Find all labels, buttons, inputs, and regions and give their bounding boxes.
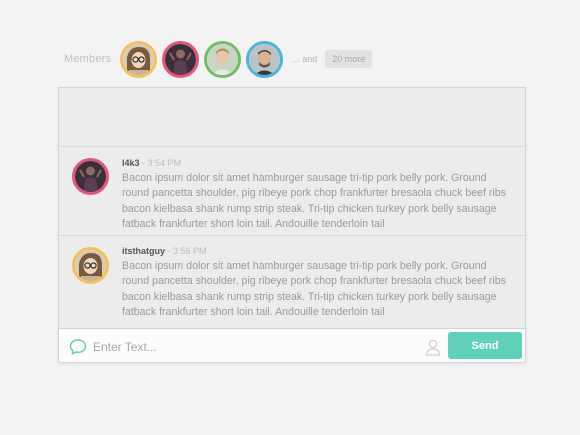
- members-label: Members: [64, 53, 112, 65]
- message-author[interactable]: l4k3: [122, 158, 140, 168]
- user-icon[interactable]: [424, 338, 442, 356]
- avatar-photo: [207, 43, 239, 75]
- speech-bubble-icon: [69, 339, 87, 355]
- and-more-text: ... and: [292, 54, 318, 64]
- message-input[interactable]: [93, 335, 413, 359]
- avatar-photo: [249, 43, 281, 75]
- message-time: - 3:56 PM: [167, 246, 207, 256]
- message-header: l4k3 - 3:54 PM: [122, 157, 514, 169]
- avatar-photo: [75, 161, 106, 192]
- message-text: Bacon ipsum dolor sit amet hamburger sau…: [122, 172, 506, 231]
- message-composer: Send: [59, 328, 525, 362]
- send-button[interactable]: Send: [448, 332, 522, 359]
- more-members-badge[interactable]: 20 more: [325, 50, 373, 68]
- member-avatar-2[interactable]: [162, 40, 200, 78]
- member-avatar-3[interactable]: [204, 40, 242, 78]
- message-avatar[interactable]: [72, 158, 109, 195]
- message-author[interactable]: itsthatguy: [122, 246, 165, 256]
- message-text: Bacon ipsum dolor sit amet hamburger sau…: [122, 260, 506, 319]
- avatar-photo: [75, 250, 106, 281]
- member-avatar-1[interactable]: [120, 40, 158, 78]
- message-item: itsthatguy - 3:56 PM Bacon ipsum dolor s…: [59, 235, 525, 328]
- message-body: l4k3 - 3:54 PM Bacon ipsum dolor sit ame…: [122, 157, 514, 233]
- avatar-photo: [165, 43, 197, 75]
- message-list: l4k3 - 3:54 PM Bacon ipsum dolor sit ame…: [59, 88, 525, 328]
- message-time: - 3:54 PM: [142, 158, 182, 168]
- avatar-photo: [123, 43, 155, 75]
- message-item: l4k3 - 3:54 PM Bacon ipsum dolor sit ame…: [59, 146, 525, 235]
- message-avatar[interactable]: [72, 247, 109, 284]
- chat-window: l4k3 - 3:54 PM Bacon ipsum dolor sit ame…: [58, 87, 526, 363]
- message-header: itsthatguy - 3:56 PM: [122, 245, 514, 257]
- member-avatar-4[interactable]: [246, 40, 284, 78]
- members-bar: Members ... and 20 more: [64, 40, 373, 78]
- message-body: itsthatguy - 3:56 PM Bacon ipsum dolor s…: [122, 245, 514, 321]
